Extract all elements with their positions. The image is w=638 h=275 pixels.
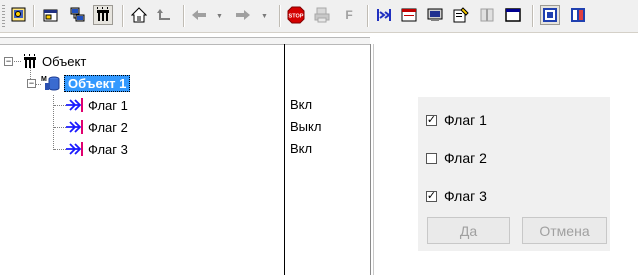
filter-button[interactable]: F [339,5,359,25]
checkbox-flag-2[interactable]: Флаг 2 [426,150,487,166]
toolbar-separator [122,5,124,27]
tree-node-flag[interactable]: Флаг 2 [66,117,128,137]
forward-dropdown-icon[interactable]: ▼ [261,13,268,20]
object-tree-icon [24,54,36,68]
flag-icon [66,120,83,134]
object-tree-icon [97,7,109,21]
computer-button[interactable] [425,5,445,25]
toolbar-separator [532,5,534,27]
up-level-icon [157,9,170,20]
network-icon [70,7,85,22]
network-button[interactable] [67,5,87,25]
back-button[interactable] [189,5,209,25]
print-icon [314,7,330,23]
checkbox-flag-3[interactable]: ✓ Флаг 3 [426,188,487,204]
properties-icon [43,9,58,22]
checkbox-label: Флаг 2 [444,150,487,166]
form-button[interactable] [399,5,419,25]
flags-icon [377,9,391,21]
computer-icon [427,8,443,21]
panel-border [373,44,374,275]
check-icon: ✓ [426,114,437,126]
tree-node-object[interactable]: M Объект 1 [41,73,131,93]
tree-connector [54,149,66,150]
book-button[interactable] [477,5,497,25]
stop-button[interactable]: STOP [286,5,306,25]
flag-icon [66,98,83,112]
flag-value: Выкл [290,119,322,134]
tree-node-label: Объект [42,53,87,69]
filter-icon: F [345,8,353,22]
view-button[interactable] [9,5,29,25]
collapse-toggle[interactable]: − [4,57,13,66]
back-dropdown-icon[interactable]: ▼ [216,13,223,20]
tree-node-label: Флаг 3 [88,141,128,157]
svg-text:STOP: STOP [289,14,304,20]
flag-value: Вкл [290,141,313,156]
panel-divider[interactable] [370,44,371,275]
tree-node-flag[interactable]: Флаг 3 [66,139,128,159]
view-icon [11,7,26,22]
toolbar-separator [183,5,185,27]
tree-node-label-selected: Объект 1 [64,74,131,92]
database-object-icon: M [41,76,60,91]
tree-node-label: Флаг 1 [88,97,128,113]
home-button[interactable] [129,5,149,25]
flags-dialog: ✓ Флаг 1 Флаг 2 ✓ Флаг 3 Да Отмена [418,97,610,251]
settings-icon [453,7,469,23]
flag-value: Вкл [290,97,313,112]
checkbox-flag-1[interactable]: ✓ Флаг 1 [426,112,487,128]
column-divider[interactable] [284,44,285,275]
object-view-button[interactable] [540,5,560,25]
checkbox[interactable]: ✓ [426,190,437,202]
toolbar-separator [33,5,35,27]
flag-icon [66,142,83,156]
checkbox[interactable]: ✓ [426,114,437,126]
forward-button[interactable] [233,5,253,25]
ok-button[interactable]: Да [427,217,510,244]
cancel-button[interactable]: Отмена [522,217,607,244]
toolbar-separator [279,5,281,27]
toolbar-separator [367,5,369,27]
checkbox-label: Флаг 1 [444,112,487,128]
object-view-icon [543,8,557,22]
window-icon [505,8,521,22]
column-header-splitter[interactable] [0,37,370,45]
toolbar-grip[interactable] [2,5,5,27]
settings-button[interactable] [451,5,471,25]
object-tree-button[interactable] [93,5,113,25]
report-icon [571,8,585,22]
report-button[interactable] [568,5,588,25]
book-icon [480,8,494,22]
tree-node-root[interactable]: Объект [22,51,86,71]
form-icon [401,8,417,22]
checkbox-label: Флаг 3 [444,188,487,204]
collapse-toggle[interactable]: − [27,79,36,88]
tree-connector [53,95,54,150]
tree-node-flag[interactable]: Флаг 1 [66,95,128,115]
toolbar: ▼ ▼ STOP F [0,0,638,33]
properties-button[interactable] [41,5,61,25]
forward-icon [236,10,250,20]
print-button[interactable] [312,5,332,25]
home-icon [131,7,147,23]
up-level-button[interactable] [154,5,174,25]
check-icon: ✓ [426,190,437,202]
stop-icon: STOP [287,6,305,24]
flags-button[interactable] [374,5,394,25]
tree-node-label: Флаг 2 [88,119,128,135]
back-icon [192,10,206,20]
tree-connector [54,105,66,106]
window-button[interactable] [503,5,523,25]
tree-connector [54,127,66,128]
svg-text:M: M [41,76,47,83]
checkbox[interactable] [426,152,437,164]
